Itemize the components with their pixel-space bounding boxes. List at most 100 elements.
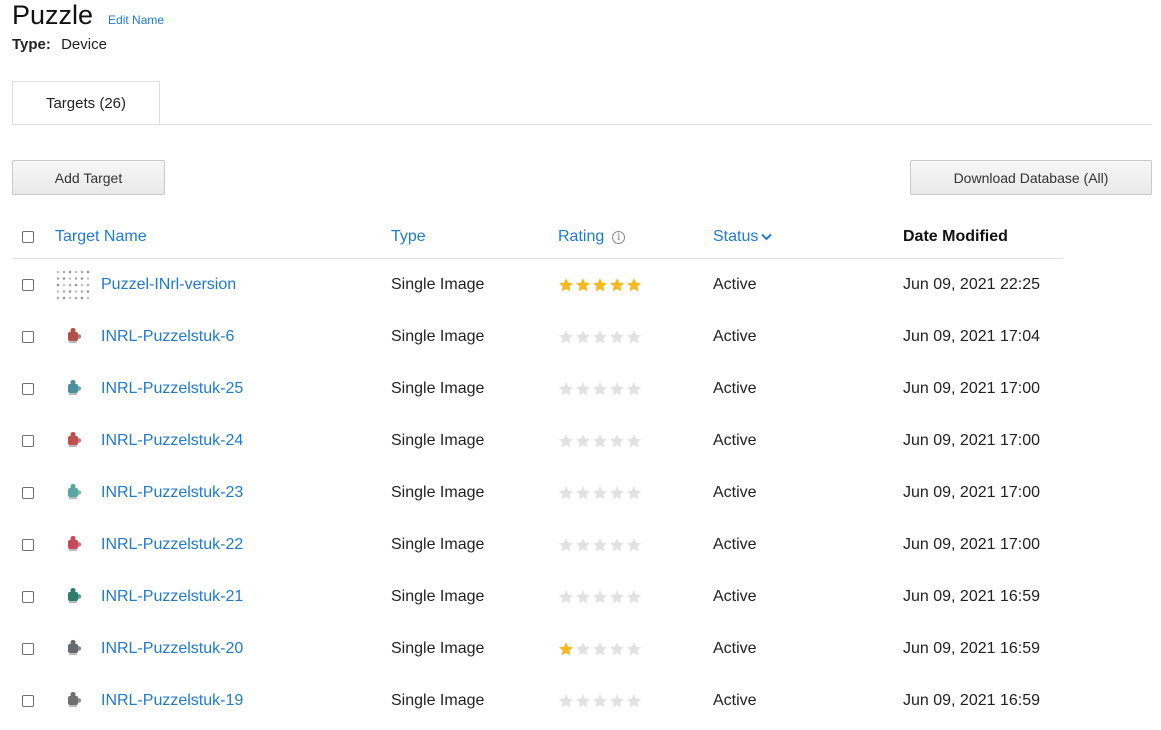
- star-empty-icon: [576, 590, 590, 604]
- target-type: Single Image: [391, 484, 485, 501]
- star-empty-icon: [576, 434, 590, 448]
- chevron-down-icon[interactable]: [761, 228, 773, 246]
- tabs-divider: [12, 124, 1152, 125]
- page-title: Puzzle: [12, 0, 94, 30]
- target-type: Single Image: [391, 692, 485, 709]
- target-name-link[interactable]: INRL-Puzzelstuk-21: [101, 588, 243, 606]
- star-filled-icon: [559, 278, 573, 292]
- type-value: Device: [61, 36, 107, 53]
- star-empty-icon: [627, 486, 641, 500]
- status-text: Active: [713, 328, 757, 345]
- table-row: INRL-Puzzelstuk-19 Single Image Active Jun …: [12, 675, 1063, 727]
- target-type: Single Image: [391, 640, 485, 657]
- table-row: INRL-Puzzelstuk-22 Single Image Active Jun …: [12, 519, 1063, 571]
- target-type: Single Image: [391, 432, 485, 449]
- star-empty-icon: [576, 694, 590, 708]
- star-empty-icon: [593, 694, 607, 708]
- star-empty-icon: [593, 538, 607, 552]
- column-header-status[interactable]: Status: [713, 228, 758, 246]
- star-empty-icon: [593, 382, 607, 396]
- target-thumbnail[interactable]: [55, 425, 91, 457]
- star-empty-icon: [610, 434, 624, 448]
- star-empty-icon: [559, 694, 573, 708]
- target-name-link[interactable]: INRL-Puzzelstuk-20: [101, 640, 243, 658]
- status-text: Active: [713, 692, 757, 709]
- table-row: INRL-Puzzelstuk-20 Single Image Active Jun …: [12, 623, 1063, 675]
- star-empty-icon: [610, 590, 624, 604]
- star-empty-icon: [559, 538, 573, 552]
- table-row: INRL-Puzzelstuk-24 Single Image Active Jun …: [12, 415, 1063, 467]
- star-empty-icon: [559, 434, 573, 448]
- star-filled-icon: [610, 278, 624, 292]
- row-checkbox[interactable]: [22, 383, 34, 395]
- star-empty-icon: [627, 642, 641, 656]
- table-row: INRL-Puzzelstuk-25 Single Image Active Jun …: [12, 363, 1063, 415]
- star-empty-icon: [610, 538, 624, 552]
- date-modified: Jun 09, 2021 17:00: [903, 484, 1041, 501]
- column-header-date: Date Modified: [903, 228, 1008, 245]
- row-checkbox[interactable]: [22, 435, 34, 447]
- star-rating: [558, 589, 642, 605]
- date-modified: Jun 09, 2021 16:59: [903, 692, 1041, 709]
- status-text: Active: [713, 640, 757, 657]
- select-all-checkbox[interactable]: [22, 231, 34, 243]
- target-thumbnail[interactable]: [55, 373, 91, 405]
- row-checkbox[interactable]: [22, 539, 34, 551]
- table-row: INRL-Puzzelstuk-23 Single Image Active Jun …: [12, 467, 1063, 519]
- target-name-link[interactable]: INRL-Puzzelstuk-24: [101, 432, 243, 450]
- star-empty-icon: [576, 642, 590, 656]
- star-empty-icon: [559, 486, 573, 500]
- star-empty-icon: [627, 382, 641, 396]
- row-checkbox[interactable]: [22, 643, 34, 655]
- target-name-link[interactable]: Puzzel-INrl-version: [101, 276, 236, 294]
- star-empty-icon: [576, 486, 590, 500]
- status-text: Active: [713, 588, 757, 605]
- star-empty-icon: [627, 590, 641, 604]
- star-empty-icon: [576, 382, 590, 396]
- target-name-link[interactable]: INRL-Puzzelstuk-25: [101, 380, 243, 398]
- target-thumbnail[interactable]: [55, 477, 91, 509]
- tab-targets[interactable]: Targets (26): [12, 81, 160, 124]
- target-thumbnail[interactable]: [55, 269, 91, 301]
- column-header-type[interactable]: Type: [391, 228, 426, 246]
- star-empty-icon: [610, 330, 624, 344]
- row-checkbox[interactable]: [22, 695, 34, 707]
- row-checkbox[interactable]: [22, 331, 34, 343]
- target-name-link[interactable]: INRL-Puzzelstuk-22: [101, 536, 243, 554]
- star-empty-icon: [593, 330, 607, 344]
- target-thumbnail[interactable]: [55, 633, 91, 665]
- date-modified: Jun 09, 2021 16:59: [903, 588, 1041, 605]
- star-empty-icon: [610, 382, 624, 396]
- column-header-name[interactable]: Target Name: [55, 228, 147, 246]
- add-target-button[interactable]: Add Target: [12, 160, 165, 195]
- info-icon[interactable]: i: [612, 230, 626, 244]
- table-body: Puzzel-INrl-version Single Image Active Jun…: [12, 259, 1063, 727]
- row-checkbox[interactable]: [22, 279, 34, 291]
- star-rating: [558, 641, 642, 657]
- date-modified: Jun 09, 2021 17:04: [903, 328, 1041, 345]
- star-rating: [558, 381, 642, 397]
- edit-name-link[interactable]: Edit Name: [108, 13, 164, 27]
- target-thumbnail[interactable]: [55, 529, 91, 561]
- target-name-link[interactable]: INRL-Puzzelstuk-19: [101, 692, 243, 710]
- star-empty-icon: [593, 642, 607, 656]
- status-text: Active: [713, 380, 757, 397]
- download-database-button[interactable]: Download Database (All): [910, 160, 1152, 195]
- target-name-link[interactable]: INRL-Puzzelstuk-23: [101, 484, 243, 502]
- target-thumbnail[interactable]: [55, 581, 91, 613]
- row-checkbox[interactable]: [22, 487, 34, 499]
- target-type: Single Image: [391, 588, 485, 605]
- star-empty-icon: [593, 486, 607, 500]
- star-empty-icon: [627, 694, 641, 708]
- star-rating: [558, 485, 642, 501]
- target-name-link[interactable]: INRL-Puzzelstuk-6: [101, 328, 234, 346]
- targets-table: Target Name Type Rating i Status Date Mo…: [12, 216, 1063, 727]
- table-row: INRL-Puzzelstuk-6 Single Image Active Jun 0…: [12, 311, 1063, 363]
- target-thumbnail[interactable]: [55, 321, 91, 353]
- row-checkbox[interactable]: [22, 591, 34, 603]
- star-empty-icon: [610, 486, 624, 500]
- star-empty-icon: [610, 642, 624, 656]
- column-header-rating[interactable]: Rating: [558, 228, 604, 246]
- target-thumbnail[interactable]: [55, 685, 91, 717]
- star-empty-icon: [559, 590, 573, 604]
